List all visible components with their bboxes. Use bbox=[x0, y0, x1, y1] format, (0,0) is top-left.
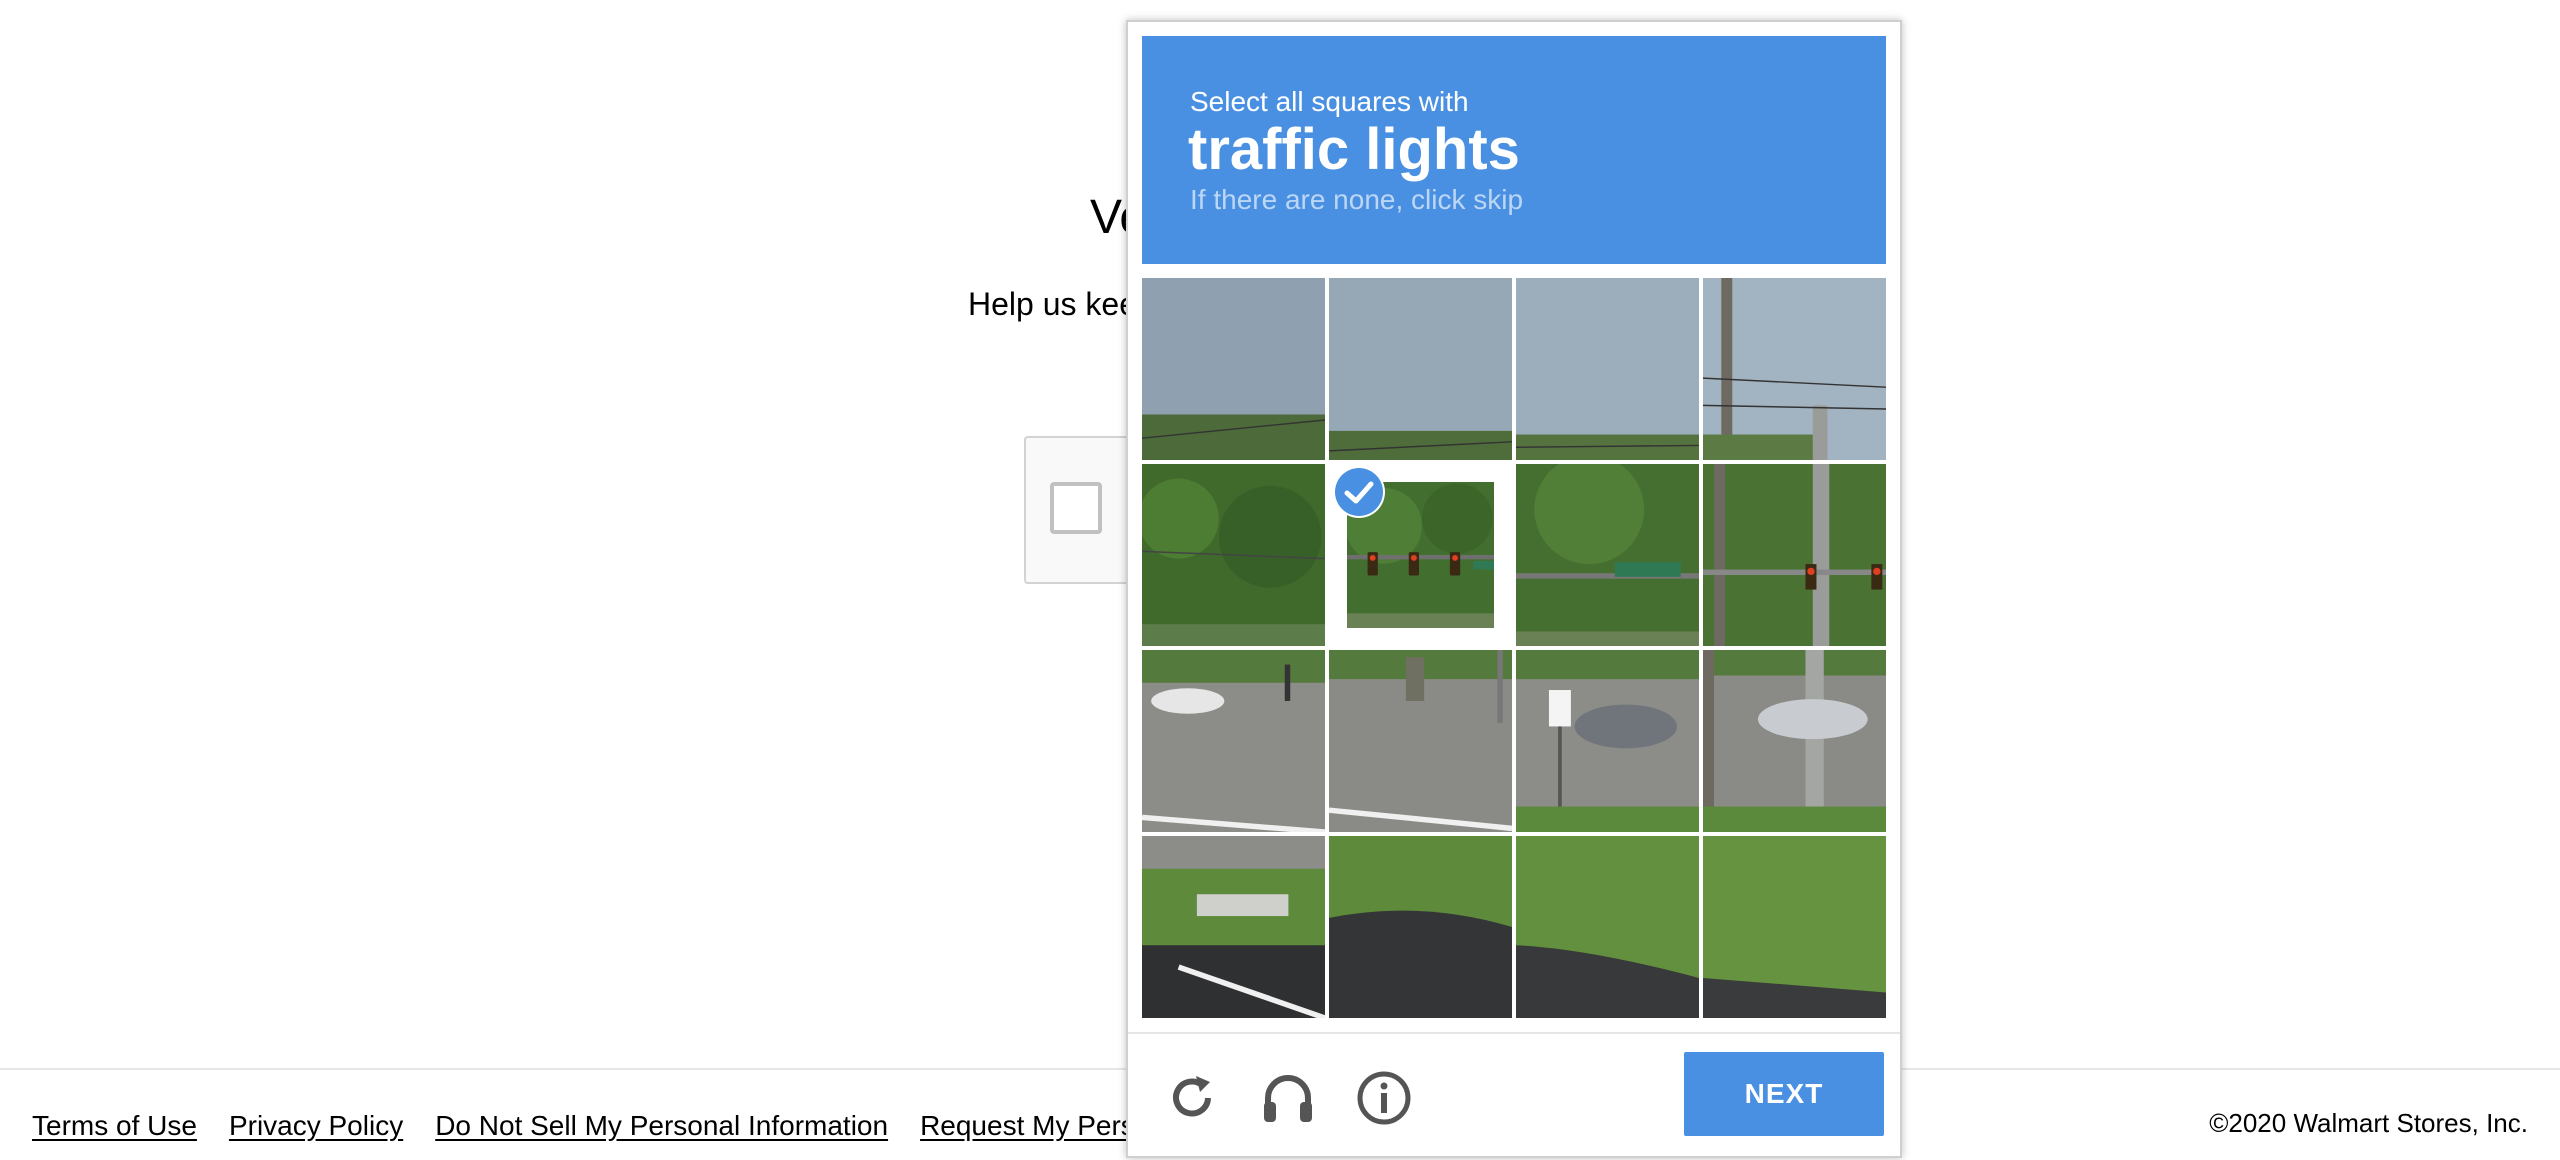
grid-tile-1-2[interactable] bbox=[1516, 464, 1699, 646]
footer-link-privacy[interactable]: Privacy Policy bbox=[229, 1110, 403, 1142]
tile-image bbox=[1329, 650, 1512, 832]
tile-image bbox=[1329, 836, 1512, 1018]
grid-tile-0-2[interactable] bbox=[1516, 278, 1699, 460]
challenge-header: Select all squares with traffic lights I… bbox=[1142, 36, 1886, 264]
instruction-text: Select all squares with bbox=[1190, 86, 1469, 117]
tile-image bbox=[1516, 650, 1699, 832]
grid-tile-3-0[interactable] bbox=[1142, 836, 1325, 1018]
grid-tile-1-3[interactable] bbox=[1703, 464, 1886, 646]
tile-image bbox=[1703, 278, 1886, 460]
grid-tile-3-3[interactable] bbox=[1703, 836, 1886, 1018]
footer-link-terms[interactable]: Terms of Use bbox=[32, 1110, 197, 1142]
tile-image bbox=[1516, 278, 1699, 460]
tile-image bbox=[1703, 464, 1886, 646]
challenge-footer: NEXT bbox=[1128, 1032, 1900, 1158]
recaptcha-checkbox[interactable] bbox=[1050, 482, 1102, 534]
grid-tile-3-1[interactable] bbox=[1329, 836, 1512, 1018]
tile-image bbox=[1142, 464, 1325, 646]
captcha-challenge: Select all squares with traffic lights I… bbox=[1126, 20, 1902, 1158]
checkmark-icon bbox=[1335, 468, 1383, 516]
grid-tile-3-2[interactable] bbox=[1516, 836, 1699, 1018]
grid-tile-1-1[interactable] bbox=[1329, 464, 1512, 646]
grid-tile-2-2[interactable] bbox=[1516, 650, 1699, 832]
footer-links: Terms of Use Privacy Policy Do Not Sell … bbox=[32, 1110, 1150, 1142]
footer-link-request[interactable]: Request My Perso bbox=[920, 1110, 1150, 1142]
headphones-icon[interactable] bbox=[1258, 1068, 1318, 1128]
footer-link-do-not-sell[interactable]: Do Not Sell My Personal Information bbox=[435, 1110, 888, 1142]
info-icon[interactable] bbox=[1354, 1068, 1414, 1128]
image-grid bbox=[1142, 278, 1886, 1018]
grid-tile-1-0[interactable] bbox=[1142, 464, 1325, 646]
instruction-target: traffic lights bbox=[1188, 117, 1520, 182]
grid-tile-0-1[interactable] bbox=[1329, 278, 1512, 460]
tile-image bbox=[1329, 278, 1512, 460]
grid-tile-0-3[interactable] bbox=[1703, 278, 1886, 460]
tile-image bbox=[1703, 650, 1886, 832]
tile-image bbox=[1703, 836, 1886, 1018]
copyright: ©2020 Walmart Stores, Inc. bbox=[2209, 1108, 2528, 1138]
instruction-hint: If there are none, click skip bbox=[1190, 184, 1524, 215]
tile-image bbox=[1516, 464, 1699, 646]
reload-icon[interactable] bbox=[1162, 1068, 1222, 1128]
next-button[interactable]: NEXT bbox=[1684, 1052, 1884, 1136]
tile-image bbox=[1142, 836, 1325, 1018]
grid-tile-0-0[interactable] bbox=[1142, 278, 1325, 460]
grid-tile-2-1[interactable] bbox=[1329, 650, 1512, 832]
page-subtitle: Help us kee bbox=[968, 286, 1137, 322]
grid-tile-2-0[interactable] bbox=[1142, 650, 1325, 832]
tile-image bbox=[1516, 836, 1699, 1018]
page: Ve Help us kee Terms of Use Privacy Poli… bbox=[0, 0, 2560, 1160]
tile-image bbox=[1142, 650, 1325, 832]
tile-image bbox=[1142, 278, 1325, 460]
grid-tile-2-3[interactable] bbox=[1703, 650, 1886, 832]
